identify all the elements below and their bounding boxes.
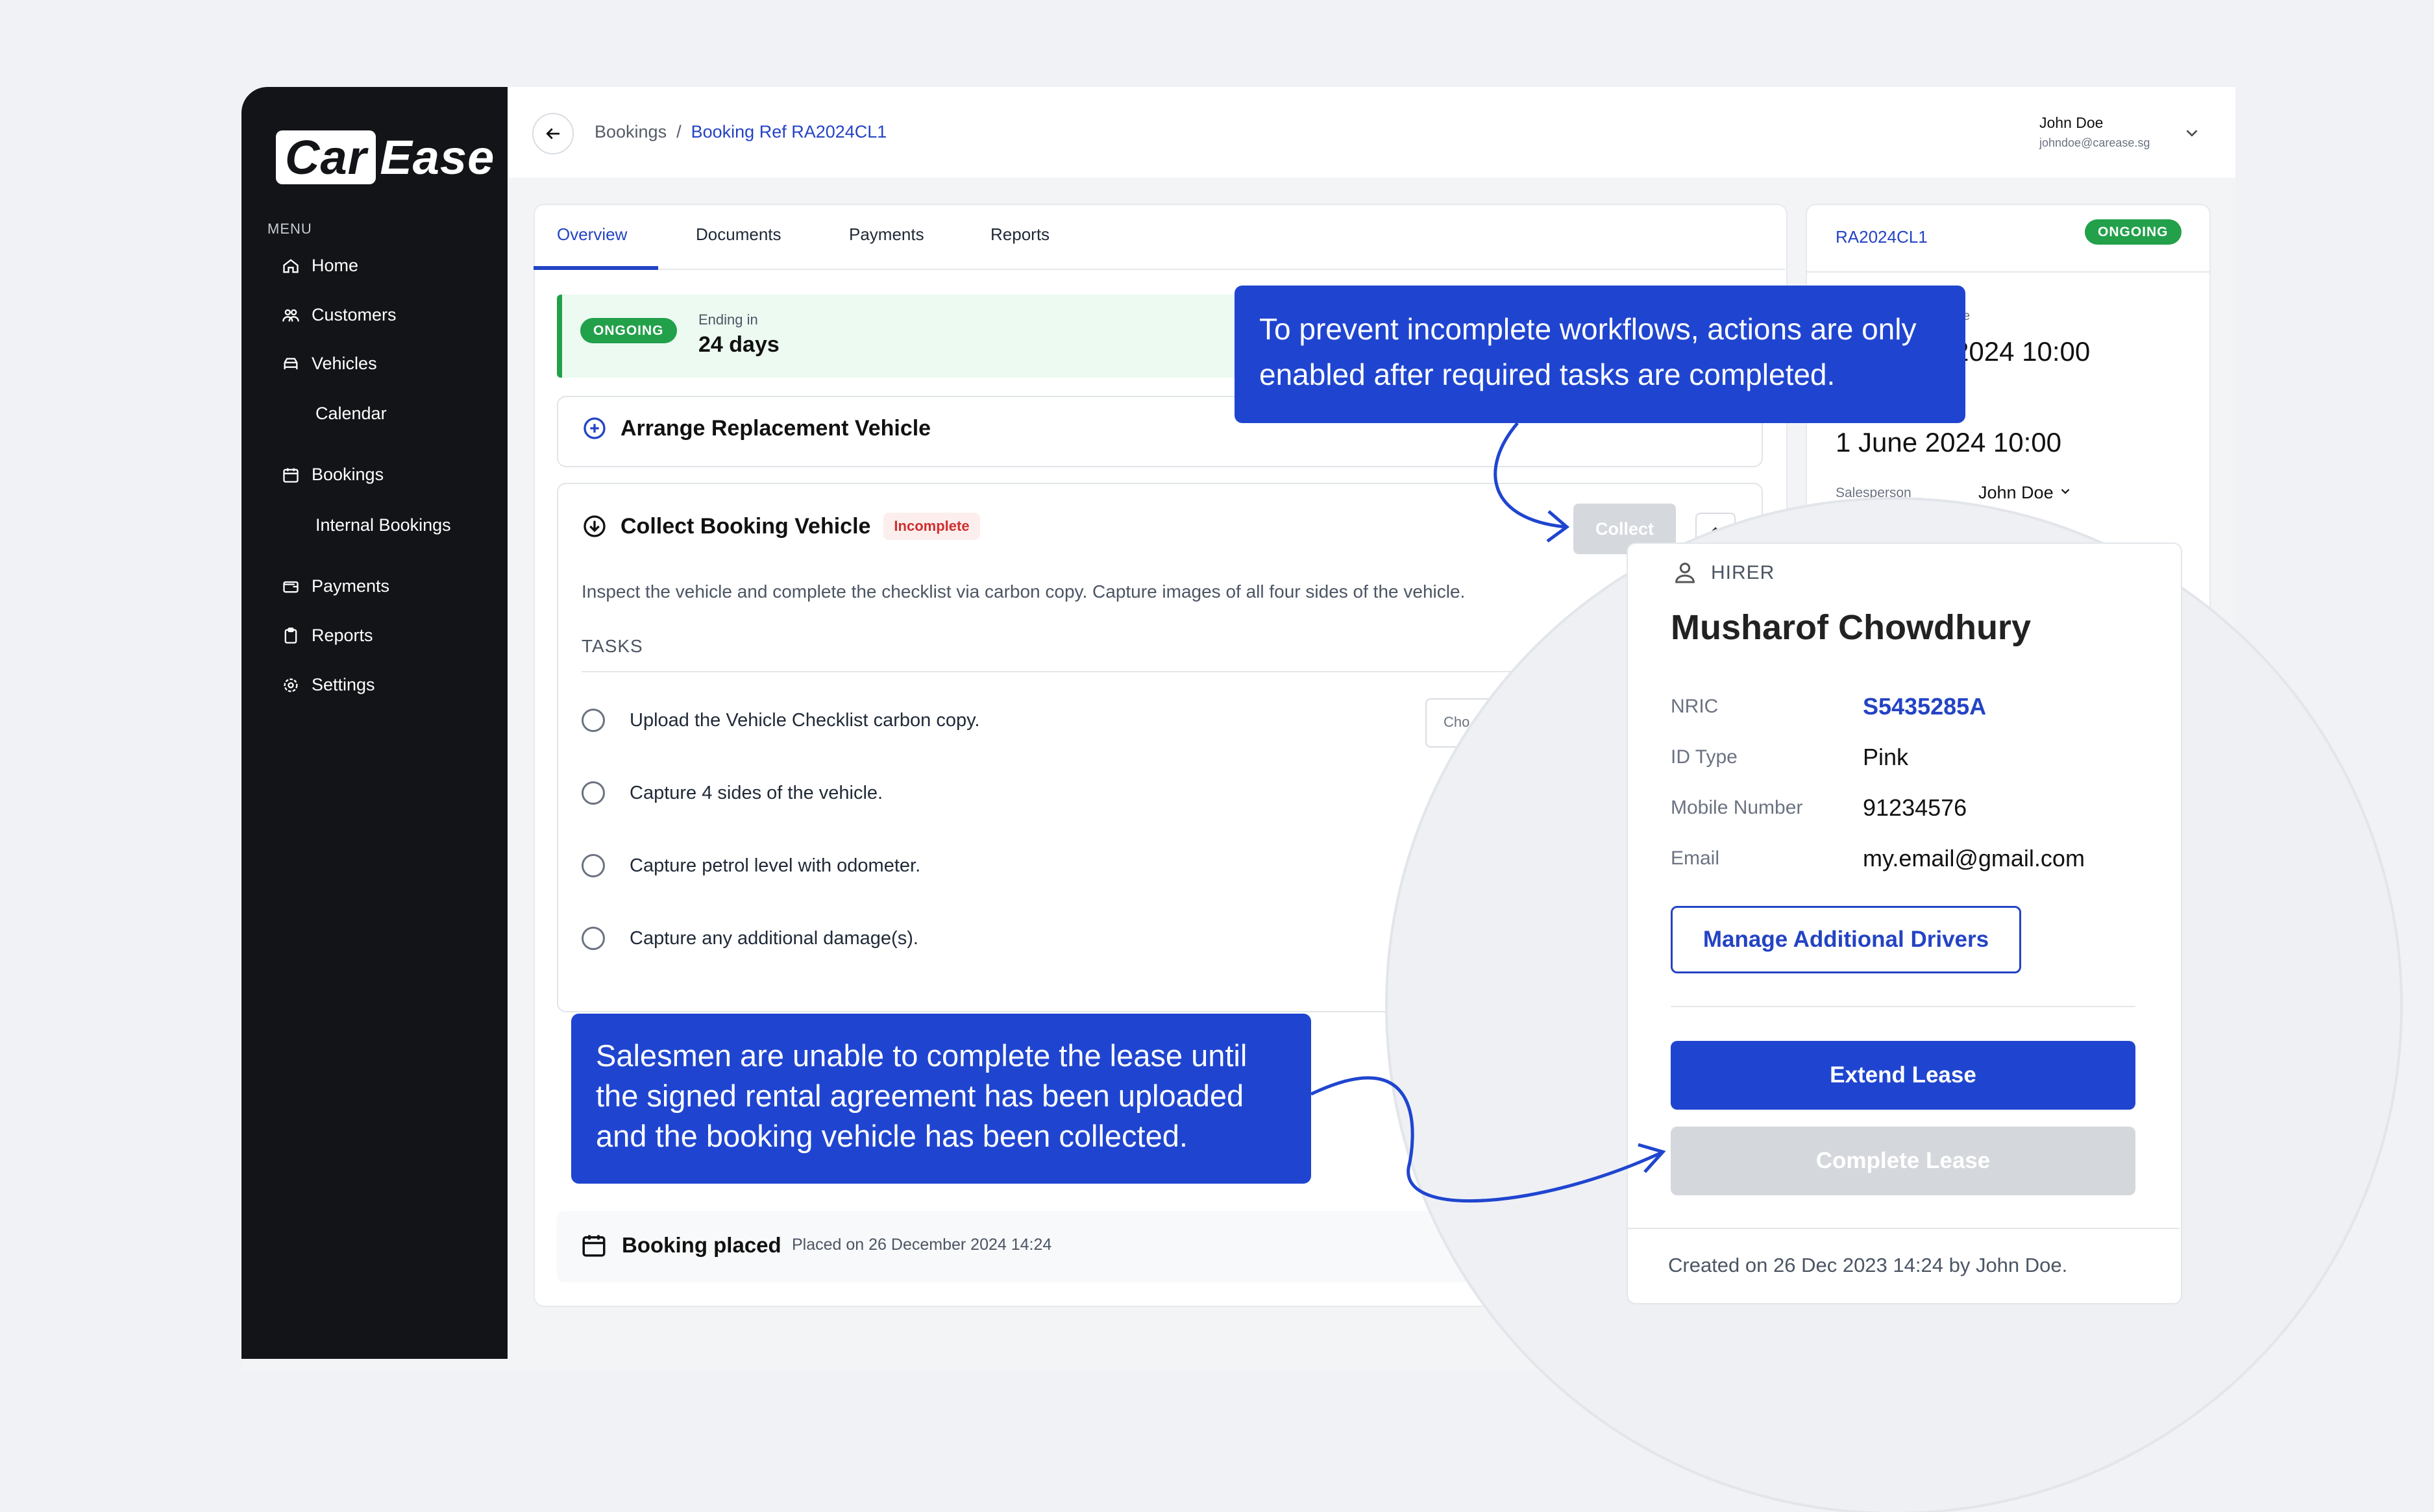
arrow-to-collect xyxy=(1494,422,1566,529)
callout-arrows xyxy=(1310,422,1666,1203)
arrow-to-complete xyxy=(1310,1076,1663,1203)
